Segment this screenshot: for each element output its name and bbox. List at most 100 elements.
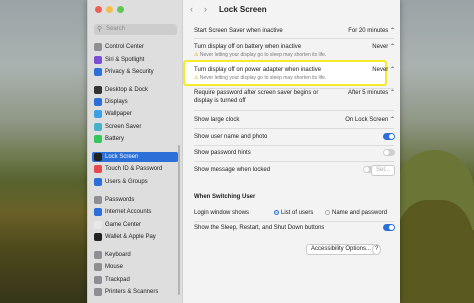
sidebar-item-label: Displays bbox=[105, 99, 128, 105]
require-password-label: Require password after screen saver begi… bbox=[194, 89, 318, 105]
sidebar-item-label: Siri & Spotlight bbox=[105, 57, 145, 63]
wallpaper-icon bbox=[94, 110, 102, 118]
mouse-icon bbox=[94, 263, 102, 271]
display-icon bbox=[94, 98, 102, 106]
large-clock-value: On Lock Screen bbox=[345, 117, 389, 123]
sidebar-item-label: Mouse bbox=[105, 264, 124, 270]
search-input[interactable]: ⚲ Search bbox=[94, 24, 177, 35]
system-settings-window: ⚲ Search Control Center Siri & Spotlight P… bbox=[87, 0, 400, 303]
lock-icon bbox=[94, 153, 102, 161]
sidebar-item-trackpad[interactable]: Trackpad bbox=[92, 275, 178, 285]
set-message-button[interactable]: Set... bbox=[370, 165, 395, 176]
divider bbox=[194, 221, 394, 222]
sidebar-item-desktop-dock[interactable]: Desktop & Dock bbox=[92, 85, 178, 95]
display-power-value: Never bbox=[372, 67, 389, 73]
sidebar-item-displays[interactable]: Displays bbox=[92, 97, 178, 107]
radio-unselected-icon bbox=[325, 209, 330, 215]
sidebar-scrollbar[interactable] bbox=[178, 145, 180, 295]
password-hints-toggle[interactable] bbox=[383, 149, 395, 156]
accessibility-options-button[interactable]: Accessibility Options... bbox=[306, 244, 377, 255]
wallpaper-field bbox=[395, 200, 474, 303]
sidebar-item-label: Trackpad bbox=[105, 277, 130, 283]
toggle-knob bbox=[384, 150, 389, 155]
sidebar-item-label: Desktop & Dock bbox=[105, 87, 149, 93]
at-icon bbox=[94, 208, 102, 216]
sidebar-item-battery[interactable]: Battery bbox=[92, 134, 178, 144]
section-header: When Switching User bbox=[194, 194, 256, 200]
battery-icon bbox=[94, 135, 102, 143]
sidebar-item-label: Lock Screen bbox=[105, 154, 139, 160]
minimize-button[interactable] bbox=[106, 6, 113, 13]
login-window-label: Login window shows bbox=[194, 210, 250, 216]
sidebar-item-label: Printers & Scanners bbox=[105, 289, 159, 295]
sidebar-item-users-groups[interactable]: Users & Groups bbox=[92, 177, 178, 187]
sidebar-item-internet-accounts[interactable]: Internet Accounts bbox=[92, 207, 178, 217]
fingerprint-icon bbox=[94, 165, 102, 173]
user-name-toggle[interactable] bbox=[383, 133, 395, 140]
require-password-line1: Require password after screen saver begi… bbox=[194, 90, 319, 96]
name-password-label: Name and password bbox=[332, 210, 388, 216]
password-hints-label: Show password hints bbox=[194, 150, 251, 156]
divider bbox=[194, 161, 394, 162]
sidebar-item-label: Wallpaper bbox=[105, 111, 132, 117]
divider bbox=[194, 110, 394, 111]
display-power-warning-text: Never letting your display go to sleep m… bbox=[199, 75, 327, 81]
display-power-select[interactable]: Never ⌃ bbox=[372, 66, 395, 74]
sidebar-item-lock-screen[interactable]: Lock Screen bbox=[92, 152, 178, 162]
help-button[interactable]: ? bbox=[372, 244, 382, 255]
sleep-buttons-toggle[interactable] bbox=[383, 224, 395, 231]
sidebar-item-label: Users & Groups bbox=[105, 179, 148, 185]
sidebar-item-siri-spotlight[interactable]: Siri & Spotlight bbox=[92, 55, 178, 65]
large-clock-select[interactable]: On Lock Screen ⌃ bbox=[345, 116, 395, 124]
sidebar-item-label: Passwords bbox=[105, 197, 135, 203]
chevron-updown-icon: ⌃ bbox=[389, 67, 395, 73]
game-center-icon bbox=[94, 221, 102, 229]
main-pane-lower: Turn display off on power adapter when i… bbox=[184, 0, 401, 303]
list-of-users-radio[interactable]: List of users bbox=[274, 209, 313, 217]
display-power-warning: ⚠ Never letting your display go to sleep… bbox=[194, 74, 326, 82]
close-button[interactable] bbox=[95, 6, 102, 13]
sidebar-item-wallet-apple-pay[interactable]: Wallet & Apple Pay bbox=[92, 232, 178, 242]
search-placeholder: Search bbox=[106, 26, 126, 32]
display-power-label: Turn display off on power adapter when i… bbox=[194, 67, 322, 73]
sidebar-item-touch-id-password[interactable]: Touch ID & Password bbox=[92, 164, 178, 174]
sidebar-item-label: Game Center bbox=[105, 222, 142, 228]
control-center-icon bbox=[94, 43, 102, 51]
users-icon bbox=[94, 178, 102, 186]
sidebar-item-screen-saver[interactable]: Screen Saver bbox=[92, 122, 178, 132]
sidebar-item-label: Touch ID & Password bbox=[105, 166, 163, 172]
toggle-knob bbox=[389, 134, 394, 139]
require-password-value: After 5 minutes bbox=[347, 90, 389, 96]
sidebar-item-privacy-security[interactable]: Privacy & Security bbox=[92, 67, 178, 77]
sidebar-item-wallpaper[interactable]: Wallpaper bbox=[92, 109, 178, 119]
sidebar-item-game-center[interactable]: Game Center bbox=[92, 220, 178, 230]
sleep-buttons-label: Show the Sleep, Restart, and Shut Down b… bbox=[194, 225, 325, 231]
divider bbox=[194, 145, 394, 146]
large-clock-label: Show large clock bbox=[194, 117, 240, 123]
dock-icon bbox=[94, 86, 102, 94]
toggle-knob bbox=[364, 167, 369, 172]
sidebar-item-printers-scanners[interactable]: Printers & Scanners bbox=[92, 287, 178, 297]
hand-icon bbox=[94, 68, 102, 76]
list-of-users-label: List of users bbox=[281, 210, 314, 216]
chevron-updown-icon: ⌃ bbox=[389, 90, 395, 96]
toggle-knob bbox=[389, 225, 394, 230]
sidebar-item-label: Internet Accounts bbox=[105, 209, 152, 215]
chevron-updown-icon: ⌃ bbox=[389, 117, 395, 123]
wallet-icon bbox=[94, 233, 102, 241]
sidebar-item-mouse[interactable]: Mouse bbox=[92, 262, 178, 272]
divider bbox=[194, 128, 394, 129]
search-icon: ⚲ bbox=[97, 26, 103, 33]
message-label: Show message when locked bbox=[194, 167, 271, 173]
require-password-line2: display is turned off bbox=[194, 98, 246, 104]
printer-icon bbox=[94, 288, 102, 296]
name-password-radio[interactable]: Name and password bbox=[325, 209, 387, 217]
sidebar-item-label: Control Center bbox=[105, 44, 145, 50]
zoom-button[interactable] bbox=[117, 6, 124, 13]
sidebar-item-control-center[interactable]: Control Center bbox=[92, 42, 178, 52]
sidebar-item-label: Screen Saver bbox=[105, 124, 142, 130]
sidebar-item-passwords[interactable]: Passwords bbox=[92, 195, 178, 205]
warning-icon: ⚠ bbox=[194, 75, 199, 81]
require-password-select[interactable]: After 5 minutes ⌃ bbox=[348, 89, 395, 97]
sidebar-item-keyboard[interactable]: Keyboard bbox=[92, 250, 178, 260]
